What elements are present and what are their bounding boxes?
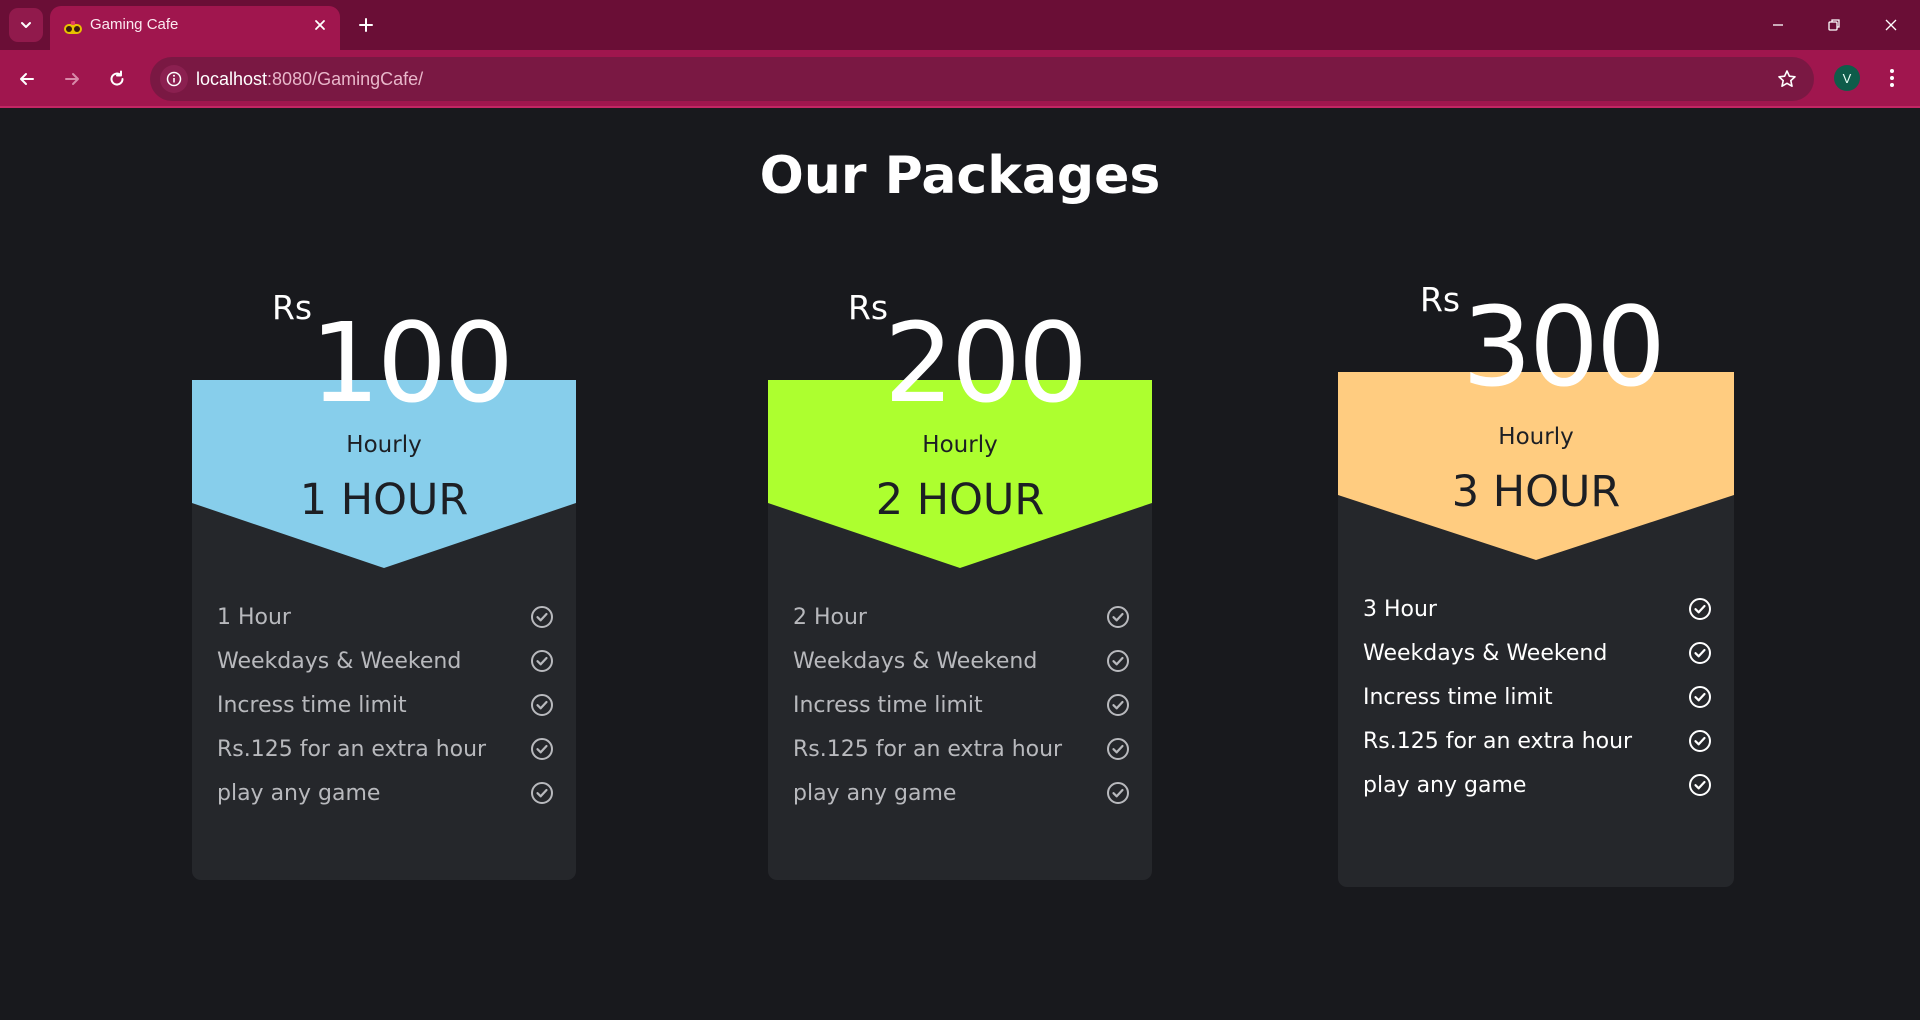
package-period: Hourly xyxy=(346,432,422,458)
check-circle-icon xyxy=(1689,774,1711,796)
close-icon xyxy=(1885,19,1897,31)
feature-item: 1 Hour xyxy=(217,595,554,639)
check-circle-icon xyxy=(1689,730,1711,752)
window-close-button[interactable] xyxy=(1876,10,1906,40)
feature-label: play any game xyxy=(793,780,957,806)
feature-item: play any game xyxy=(793,771,1130,815)
tab-title: Gaming Cafe xyxy=(90,16,179,33)
browser-tab-active[interactable]: Gaming Cafe xyxy=(50,6,340,50)
feature-item: Rs.125 for an extra hour xyxy=(1363,719,1712,763)
feature-item: Rs.125 for an extra hour xyxy=(793,727,1130,771)
feature-label: play any game xyxy=(1363,772,1527,798)
forward-button[interactable] xyxy=(57,64,87,94)
check-circle-icon xyxy=(1107,694,1129,716)
feature-label: 2 Hour xyxy=(793,604,867,630)
feature-item: Weekdays & Weekend xyxy=(793,639,1130,683)
feature-list: 3 Hour Weekdays & Weekend Incress time lim… xyxy=(1363,587,1712,807)
feature-label: Weekdays & Weekend xyxy=(217,648,462,674)
arrow-left-icon xyxy=(20,73,34,85)
check-circle-icon xyxy=(531,650,553,672)
price-currency: Rs xyxy=(848,288,889,327)
star-icon xyxy=(1778,70,1796,87)
price-amount: 200 xyxy=(884,299,1088,427)
feature-label: Rs.125 for an extra hour xyxy=(1363,728,1633,754)
browser-toolbar: localhost:8080/GamingCafe/ V xyxy=(0,50,1920,108)
feature-label: Rs.125 for an extra hour xyxy=(217,736,487,762)
close-icon xyxy=(315,20,325,30)
feature-item: Incress time limit xyxy=(1363,675,1712,719)
reload-button[interactable] xyxy=(102,64,132,94)
feature-label: Weekdays & Weekend xyxy=(793,648,1038,674)
tab-search-button[interactable] xyxy=(9,8,43,42)
feature-label: Rs.125 for an extra hour xyxy=(793,736,1063,762)
check-circle-icon xyxy=(1689,598,1711,620)
feature-item: Weekdays & Weekend xyxy=(217,639,554,683)
feature-label: Incress time limit xyxy=(793,692,983,718)
check-circle-icon xyxy=(531,782,553,804)
feature-item: play any game xyxy=(217,771,554,815)
browser-tab-strip: Gaming Cafe xyxy=(0,0,1920,50)
tab-close-button[interactable] xyxy=(312,17,328,33)
check-circle-icon xyxy=(1689,686,1711,708)
price-currency: Rs xyxy=(1420,280,1461,319)
restore-button[interactable] xyxy=(1819,10,1849,40)
feature-label: 1 Hour xyxy=(217,604,291,630)
minimize-icon xyxy=(1773,24,1783,26)
package-card[interactable]: Hourly 3 HOUR Rs 300 3 Hour Weekdays & Weeken… xyxy=(1338,280,1734,887)
profile-avatar[interactable]: V xyxy=(1834,65,1860,91)
info-icon xyxy=(166,71,182,87)
price-amount: 300 xyxy=(1462,283,1666,411)
check-circle-icon xyxy=(1107,782,1129,804)
plus-icon xyxy=(359,18,373,32)
url-host: localhost xyxy=(196,69,268,89)
check-circle-icon xyxy=(1107,606,1129,628)
package-duration: 3 HOUR xyxy=(1451,467,1621,517)
feature-item: Incress time limit xyxy=(217,683,554,727)
url-text: localhost:8080/GamingCafe/ xyxy=(196,57,423,101)
bookmark-button[interactable] xyxy=(1776,68,1798,90)
gamepad-icon xyxy=(64,21,82,34)
price-amount: 100 xyxy=(310,299,514,427)
feature-label: 3 Hour xyxy=(1363,596,1437,622)
feature-list: 1 Hour Weekdays & Weekend Incress time lim… xyxy=(217,595,554,815)
package-card[interactable]: Hourly 1 HOUR Rs 100 1 Hour Weekdays & Weeken… xyxy=(192,288,576,880)
new-tab-button[interactable] xyxy=(354,13,378,37)
page-title: Our Packages xyxy=(759,146,1161,206)
feature-item: Incress time limit xyxy=(793,683,1130,727)
feature-item: Rs.125 for an extra hour xyxy=(217,727,554,771)
check-circle-icon xyxy=(531,606,553,628)
minimize-button[interactable] xyxy=(1763,10,1793,40)
feature-label: Weekdays & Weekend xyxy=(1363,640,1608,666)
reload-icon xyxy=(110,70,124,86)
package-card[interactable]: Hourly 2 HOUR Rs 200 2 Hour Weekdays & Weeken… xyxy=(768,288,1152,880)
feature-label: play any game xyxy=(217,780,381,806)
feature-item: 3 Hour xyxy=(1363,587,1712,631)
check-circle-icon xyxy=(1689,642,1711,664)
feature-item: Weekdays & Weekend xyxy=(1363,631,1712,675)
package-duration: 2 HOUR xyxy=(875,475,1045,525)
feature-label: Incress time limit xyxy=(217,692,407,718)
address-bar[interactable]: localhost:8080/GamingCafe/ xyxy=(150,57,1814,101)
feature-list: 2 Hour Weekdays & Weekend Incress time lim… xyxy=(793,595,1130,815)
site-info-button[interactable] xyxy=(160,65,188,93)
check-circle-icon xyxy=(531,694,553,716)
package-duration: 1 HOUR xyxy=(299,475,469,525)
browser-menu-button[interactable] xyxy=(1880,65,1904,91)
check-circle-icon xyxy=(1107,650,1129,672)
check-circle-icon xyxy=(531,738,553,760)
feature-item: 2 Hour xyxy=(793,595,1130,639)
package-period: Hourly xyxy=(1498,424,1574,450)
check-circle-icon xyxy=(1107,738,1129,760)
arrow-right-icon xyxy=(65,73,79,85)
back-button[interactable] xyxy=(12,64,42,94)
restore-icon xyxy=(1828,19,1840,31)
chevron-down-icon xyxy=(21,22,31,28)
package-period: Hourly xyxy=(922,432,998,458)
price-currency: Rs xyxy=(272,288,313,327)
feature-label: Incress time limit xyxy=(1363,684,1553,710)
feature-item: play any game xyxy=(1363,763,1712,807)
more-vertical-icon xyxy=(1890,69,1894,87)
url-path: :8080/GamingCafe/ xyxy=(267,69,424,89)
